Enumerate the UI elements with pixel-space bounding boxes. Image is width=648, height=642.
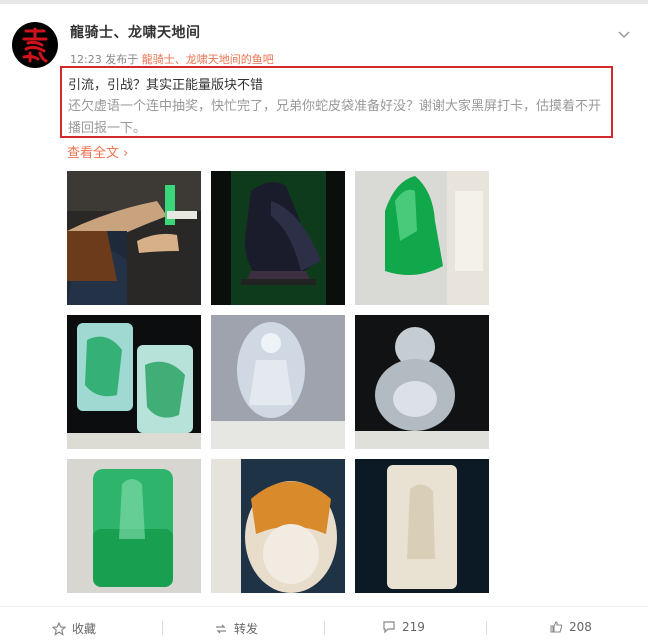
photo-green-guanyin[interactable] xyxy=(67,459,201,593)
post-line2: 还欠虚语一个连中抽奖，快忙完了，兄弟你蛇皮袋准备好没？谢谢大家黑屏打卡，估摸着不… xyxy=(68,99,602,136)
source-link[interactable]: 龍骑士、龙啸天地间的鱼吧 xyxy=(142,53,274,66)
photo-hand-jade[interactable] xyxy=(67,171,201,305)
photo-white-jade-plaque[interactable] xyxy=(355,459,489,593)
like-icon xyxy=(550,621,563,633)
avatar[interactable] xyxy=(12,22,58,68)
chevron-down-icon[interactable] xyxy=(618,28,630,40)
comment-icon xyxy=(383,621,395,634)
post-time: 12:23 xyxy=(70,53,102,66)
photo-amber-pendant[interactable] xyxy=(211,459,345,593)
repost-icon xyxy=(216,624,226,633)
star-icon xyxy=(52,621,66,636)
like-count: 208 xyxy=(569,620,592,634)
view-full-link[interactable]: 查看全文 › xyxy=(67,142,128,161)
author-name[interactable]: 龍骑士、龙啸天地间 xyxy=(70,22,201,42)
avatar-dragon-glyph xyxy=(22,27,48,63)
divider xyxy=(486,621,487,635)
photo-two-jade-pendants[interactable] xyxy=(67,315,201,449)
collect-label: 收藏 xyxy=(72,622,97,636)
view-full-arrow: › xyxy=(123,146,129,161)
view-full-label: 查看全文 xyxy=(67,146,120,161)
photo-guanyin-pendant[interactable] xyxy=(211,315,345,449)
post-line1: 引流，引战？其实正能量版块不错 xyxy=(68,78,264,93)
comment-count: 219 xyxy=(402,620,425,634)
like-button[interactable]: 208 xyxy=(549,620,592,634)
from-prefix: 发布于 xyxy=(105,53,139,66)
photo-green-jade-block[interactable] xyxy=(355,171,489,305)
action-bar: 收藏 转发 219 208 xyxy=(0,606,648,642)
collect-button[interactable]: 收藏 xyxy=(52,620,96,637)
comment-button[interactable]: 219 xyxy=(382,620,425,634)
repost-button[interactable]: 转发 xyxy=(214,620,258,637)
post-meta: 12:23 发布于 龍骑士、龙啸天地间的鱼吧 xyxy=(70,51,274,67)
photo-buddha-carving[interactable] xyxy=(355,315,489,449)
photo-eagle-carving[interactable] xyxy=(211,171,345,305)
divider xyxy=(324,621,325,635)
divider xyxy=(162,621,163,635)
repost-label: 转发 xyxy=(234,622,259,636)
